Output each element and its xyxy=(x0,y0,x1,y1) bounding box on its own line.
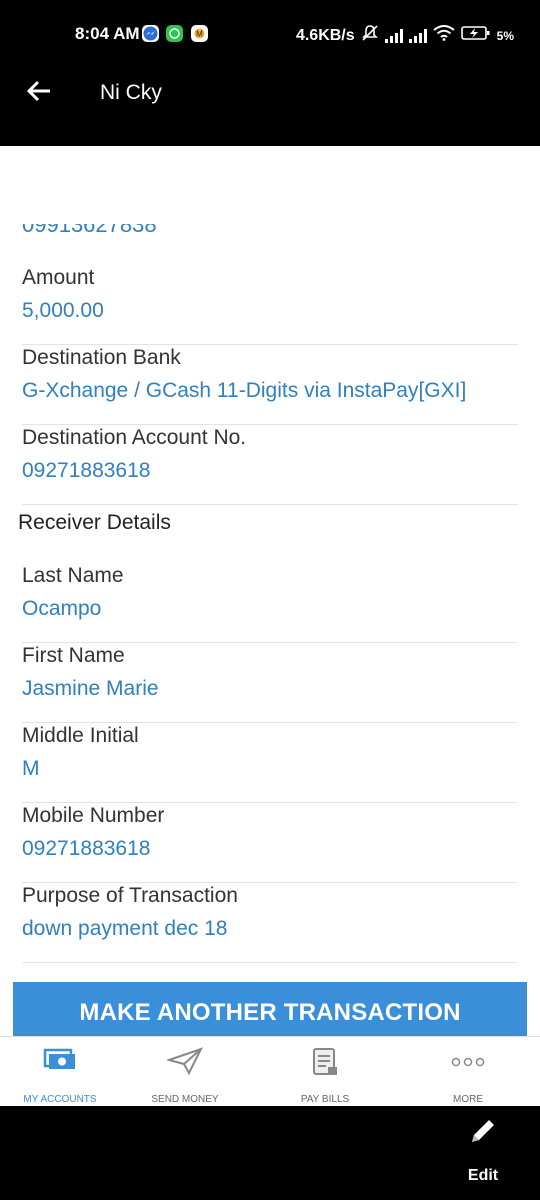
field-mobile-number: Mobile Number 09271883618 xyxy=(22,804,518,883)
bill-icon xyxy=(311,1047,339,1082)
photo-editor-footer: Edit xyxy=(0,1106,540,1200)
field-value: Ocampo xyxy=(22,597,102,620)
page-title: Ni Cky xyxy=(100,81,162,104)
wifi-icon xyxy=(433,25,455,46)
nav-more[interactable]: MORE xyxy=(408,1037,528,1107)
mute-icon xyxy=(361,24,379,47)
field-label: Mobile Number xyxy=(22,804,165,827)
nav-send-money[interactable]: SEND MONEY xyxy=(125,1037,245,1107)
back-arrow-icon[interactable] xyxy=(24,76,54,106)
field-middle-initial: Middle Initial M xyxy=(22,724,518,803)
battery-icon xyxy=(460,25,491,46)
app-header: Ni Cky xyxy=(0,70,540,146)
field-first-name: First Name Jasmine Marie xyxy=(22,644,518,723)
field-value: 09271883618 xyxy=(22,459,151,482)
messenger-notification-icon xyxy=(142,25,159,42)
truncated-value: 09913627838 xyxy=(22,224,157,237)
edit-label[interactable]: Edit xyxy=(458,1167,508,1185)
wechat-notification-icon xyxy=(166,25,183,42)
status-time: 8:04 AM xyxy=(75,24,140,43)
battery-percent: 5% xyxy=(496,28,514,43)
field-destination-bank: Destination Bank G-Xchange / GCash 11-Di… xyxy=(22,346,518,425)
more-icon xyxy=(450,1055,486,1073)
signal-icon-2 xyxy=(408,28,427,43)
app-notification-icon: M xyxy=(191,25,208,42)
field-value: G-Xchange / GCash 11-Digits via InstaPay… xyxy=(22,379,467,402)
net-speed: 4.6KB/s xyxy=(295,26,355,44)
nav-label: PAY BILLS xyxy=(300,1094,350,1105)
svg-text:M: M xyxy=(196,30,203,39)
field-value: down payment dec 18 xyxy=(22,917,228,940)
transaction-details[interactable]: 09913627838 Amount 5,000.00 Destination … xyxy=(0,146,540,1036)
field-amount: Amount 5,000.00 xyxy=(22,266,518,345)
field-label: Purpose of Transaction xyxy=(22,884,238,907)
signal-icon xyxy=(384,28,403,43)
field-value: 5,000.00 xyxy=(22,299,104,322)
field-value: 09271883618 xyxy=(22,837,151,860)
section-title-receiver: Receiver Details xyxy=(18,511,171,534)
nav-label: MORE xyxy=(453,1094,483,1105)
nav-label: MY ACCOUNTS xyxy=(23,1094,97,1105)
field-destination-account: Destination Account No. 09271883618 xyxy=(22,426,518,505)
field-purpose: Purpose of Transaction down payment dec … xyxy=(22,884,518,963)
nav-my-accounts[interactable]: MY ACCOUNTS xyxy=(0,1037,120,1107)
field-label: Destination Bank xyxy=(22,346,181,369)
field-label: First Name xyxy=(22,644,125,667)
status-right: 4.6KB/s 5% xyxy=(296,24,514,47)
pencil-icon[interactable] xyxy=(468,1116,498,1146)
field-last-name: Last Name Ocampo xyxy=(22,564,518,643)
field-value: M xyxy=(22,757,40,780)
accounts-icon xyxy=(43,1047,77,1076)
field-label: Middle Initial xyxy=(22,724,139,747)
make-another-transaction-button[interactable]: MAKE ANOTHER TRANSACTION xyxy=(13,982,527,1036)
send-icon xyxy=(165,1047,203,1080)
status-bar: 8:04 AM M 4.6KB/s 5% xyxy=(0,0,540,70)
bottom-nav: MY ACCOUNTS SEND MONEY PAY BILLS MORE xyxy=(0,1036,540,1107)
field-label: Amount xyxy=(22,266,95,289)
field-label: Last Name xyxy=(22,564,124,587)
field-value: Jasmine Marie xyxy=(22,677,159,700)
nav-label: SEND MONEY xyxy=(151,1094,219,1105)
field-label: Destination Account No. xyxy=(22,426,247,449)
nav-pay-bills[interactable]: PAY BILLS xyxy=(265,1037,385,1107)
